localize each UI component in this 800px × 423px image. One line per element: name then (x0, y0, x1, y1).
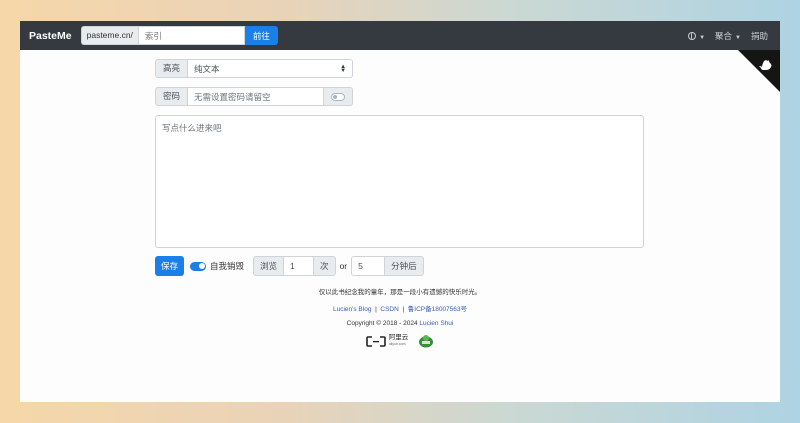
minutes-input[interactable] (351, 256, 386, 276)
password-label: 密码 (155, 87, 189, 106)
separator: | (375, 306, 377, 313)
minutes-label: 分钟后 (385, 256, 424, 276)
footer-links: Lucien's Blog | CSDN | 鲁ICP备18007563号 (20, 303, 780, 313)
password-visibility-toggle[interactable] (324, 87, 354, 106)
or-label: or (339, 261, 348, 271)
aliyun-domain: aliyun.com (388, 342, 406, 346)
toggle-switch-icon (331, 92, 346, 101)
save-button[interactable]: 保存 (155, 256, 185, 276)
highlight-label: 高亮 (155, 59, 189, 78)
password-row: 密码 (155, 87, 644, 106)
views-group: 浏览 次 (253, 256, 336, 276)
select-arrows-icon: ▲ ▼ (340, 63, 347, 74)
times-label: 次 (314, 256, 336, 276)
highlight-select[interactable]: 纯文本 ▲ ▼ (188, 59, 354, 78)
csdn-link[interactable]: CSDN (380, 306, 398, 313)
paste-form: 高亮 纯文本 ▲▼ 密码 保存 自我销毁 浏览 次 or (155, 59, 644, 276)
go-button[interactable]: 前往 (244, 26, 278, 45)
aliyun-logo[interactable]: 阿里云 aliyun.com (365, 334, 409, 347)
views-count-input[interactable] (284, 256, 315, 276)
caret-down-icon: ▼ (735, 34, 741, 41)
footer-copyright: Copyright © 2018 - 2024 Lucien Shui (20, 320, 780, 327)
self-destruct-label: 自我销毁 (210, 261, 245, 271)
password-input[interactable] (188, 87, 325, 106)
nav-search-group: pasteme.cn/ 前往 (80, 26, 278, 45)
police-badge-icon[interactable] (418, 334, 434, 348)
aliyun-text: 阿里云 aliyun.com (388, 334, 409, 347)
globe-icon (688, 32, 697, 41)
sponsor-logos: 阿里云 aliyun.com (20, 334, 780, 348)
aggregate-dropdown[interactable]: 聚合 ▼ (715, 30, 741, 42)
github-corner-icon[interactable] (738, 50, 780, 92)
footer-dedication: 仅以此书纪念我的童年，那是一段小有遗憾的快乐时光。 (318, 289, 482, 296)
copyright-text: Copyright © 2018 - 2024 (346, 320, 418, 327)
aggregate-label: 聚合 (715, 30, 733, 41)
browser-viewport: PasteMe pasteme.cn/ 前往 ▼ 聚合▼ 捐助 高亮 纯文本 ▲… (20, 21, 780, 402)
language-dropdown[interactable]: ▼ (688, 31, 705, 41)
url-prefix: pasteme.cn/ (80, 26, 138, 45)
navbar: PasteMe pasteme.cn/ 前往 ▼ 聚合▼ 捐助 (20, 21, 780, 50)
donate-link[interactable]: 捐助 (751, 30, 768, 42)
aliyun-name: 阿里云 (388, 334, 409, 341)
author-link[interactable]: Lucien Shui (419, 320, 453, 327)
blog-link[interactable]: Lucien's Blog (333, 306, 371, 313)
icp-link[interactable]: 鲁ICP备18007563号 (408, 306, 467, 313)
nav-right-menu: ▼ 聚合 ▼ 捐助 (688, 30, 768, 42)
content-textarea[interactable] (155, 115, 644, 248)
highlight-row: 高亮 纯文本 ▲ ▼ (155, 59, 644, 78)
self-destruct-switch[interactable] (190, 261, 207, 271)
views-label: 浏览 (253, 256, 285, 276)
caret-down-icon: ▼ (699, 34, 706, 41)
separator: | (402, 306, 405, 313)
aliyun-mark-icon (365, 335, 386, 347)
minutes-group: 分钟后 (351, 256, 424, 276)
highlight-value: 纯文本 (194, 63, 220, 74)
index-search-input[interactable] (137, 26, 245, 45)
brand-logo[interactable]: PasteMe (29, 30, 72, 42)
submit-controls: 保存 自我销毁 浏览 次 or 分钟后 (155, 256, 644, 276)
